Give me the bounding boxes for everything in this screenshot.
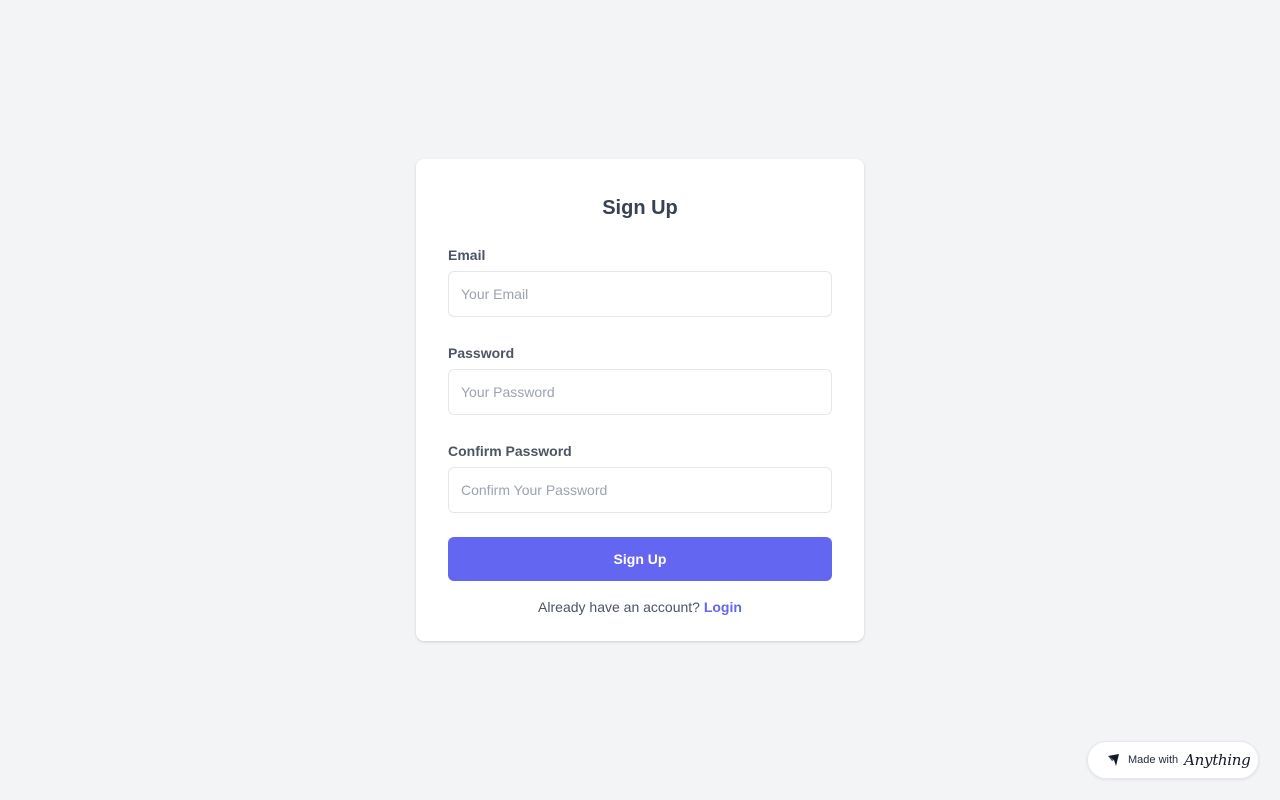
login-prompt-text: Already have an account? (538, 599, 704, 615)
confirm-password-input[interactable] (448, 467, 832, 513)
password-input[interactable] (448, 369, 832, 415)
sign-up-button[interactable]: Sign Up (448, 537, 832, 581)
badge-text: Made with (1128, 754, 1179, 766)
confirm-password-field-group: Confirm Password (448, 441, 832, 513)
badge-brand: Anything (1184, 751, 1251, 769)
login-link[interactable]: Login (704, 599, 742, 615)
email-label: Email (448, 247, 486, 263)
email-input[interactable] (448, 271, 832, 317)
made-with-anything-badge[interactable]: Made with Anything (1087, 741, 1259, 779)
anything-logo-icon (1106, 752, 1122, 768)
page: Sign Up Email Password Confirm Password … (0, 0, 1280, 800)
confirm-password-label: Confirm Password (448, 443, 572, 459)
password-field-group: Password (448, 343, 832, 415)
page-title: Sign Up (602, 197, 678, 219)
email-field-group: Email (448, 245, 832, 317)
login-prompt: Already have an account? Login (448, 597, 832, 617)
password-label: Password (448, 345, 515, 361)
signup-card: Sign Up Email Password Confirm Password … (416, 159, 864, 641)
